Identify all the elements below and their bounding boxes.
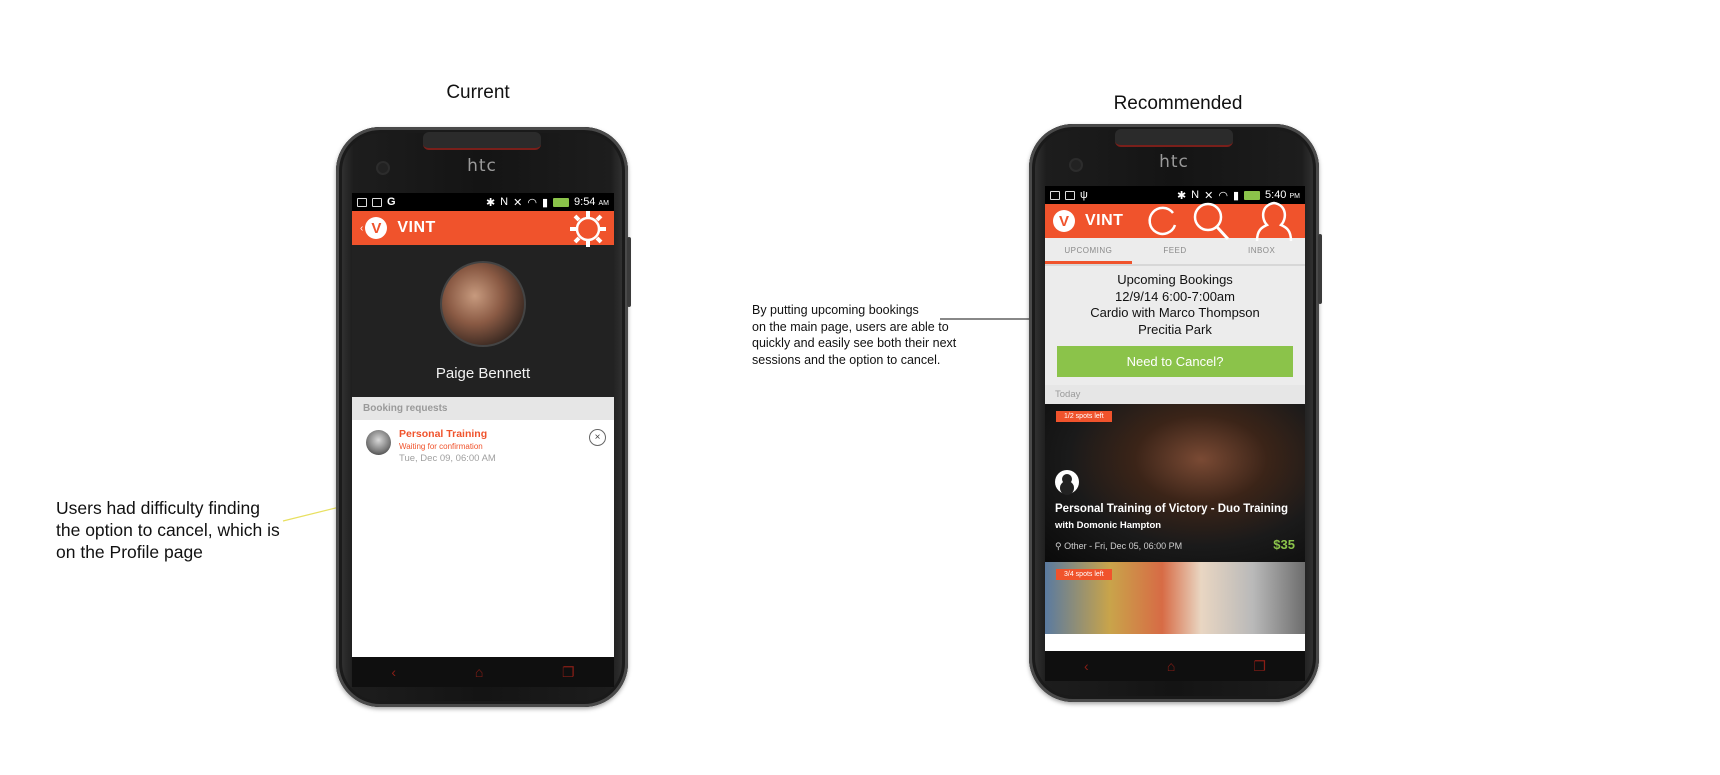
app-bar: ‹ V VINT	[352, 211, 614, 247]
session-meta-text: Other - Fri, Dec 05, 06:00 PM	[1064, 541, 1183, 551]
session-trainer: with Domonic Hampton	[1055, 520, 1162, 531]
battery-icon	[553, 197, 570, 207]
profile-name: Paige Bennett	[435, 364, 531, 382]
nav-bar: ‹ ⌂ ❐	[1045, 651, 1305, 681]
upcoming-session: Cardio with Marco Thompson	[1090, 305, 1260, 320]
cancel-request-button[interactable]: ×	[589, 429, 606, 446]
annotation-arrows	[282, 314, 1074, 522]
home-nav-icon[interactable]: ⌂	[475, 664, 483, 680]
upcoming-location: Precitia Park	[1138, 321, 1212, 337]
request-date: Tue, Dec 09, 06:00 AM	[399, 453, 496, 464]
profile-header: Paige Bennett	[352, 245, 614, 397]
caption-recommended: Recommended	[1113, 93, 1243, 114]
app-bar: V VINT	[1045, 201, 1305, 242]
annotation-line: on the main page, users are able to	[752, 319, 949, 334]
request-status: Waiting for confirmation	[399, 442, 483, 451]
annotation-line: on the Profile page	[56, 542, 203, 562]
session-card[interactable]: 3/4 spots left	[1045, 562, 1305, 634]
tab-upcoming[interactable]: UPCOMING	[1045, 238, 1132, 264]
trainer-avatar	[1055, 470, 1079, 494]
home-nav-icon[interactable]: ⌂	[1167, 658, 1175, 674]
category-icon: ⚲	[1055, 541, 1062, 551]
nfc-icon: N	[500, 196, 509, 208]
phone-recommended: htc ψ ✱ N ✕ ◠ ▮ 5:40 PM V VINT UPCOMING …	[1029, 124, 1322, 702]
annotation-recommended: By putting upcoming bookings on the main…	[752, 302, 992, 368]
screen-current: G ✱ N ✕ ◠ ▮ 9:54 AM ‹ V VINT Paige Benne…	[352, 193, 614, 657]
need-to-cancel-button[interactable]: Need to Cancel?	[1057, 346, 1293, 377]
vint-logo[interactable]: V	[365, 217, 388, 239]
annotation-line: sessions and the option to cancel.	[752, 352, 941, 367]
back-icon[interactable]: ‹	[360, 223, 363, 234]
notification-icon	[1050, 190, 1060, 200]
booking-requests-heading: Booking requests	[352, 397, 614, 420]
recent-apps-icon[interactable]: ❐	[1253, 658, 1266, 675]
booking-request-row[interactable]: Personal Training Waiting for confirmati…	[352, 420, 614, 472]
bluetooth-icon: ✱	[1176, 189, 1187, 202]
signal-icon: ▮	[541, 196, 549, 209]
session-meta: ⚲ Other - Fri, Dec 05, 06:00 PM	[1055, 541, 1182, 552]
side-button	[1318, 234, 1322, 304]
spots-left-badge: 1/2 spots left	[1056, 411, 1112, 422]
phone-brand: htc	[467, 156, 497, 176]
refresh-icon[interactable]	[1143, 201, 1183, 241]
avatar	[440, 260, 526, 347]
booking-request-info: Personal Training Waiting for confirmati…	[399, 428, 496, 464]
notification-icon	[357, 197, 367, 207]
vint-logo[interactable]: V	[1053, 210, 1075, 232]
upcoming-datetime: 12/9/14 6:00-7:00am	[1115, 288, 1235, 304]
profile-icon[interactable]	[1249, 199, 1299, 243]
google-icon: G	[387, 196, 396, 208]
phone-current: htc G ✱ N ✕ ◠ ▮ 9:54 AM ‹ V VINT Paige B…	[336, 127, 631, 707]
phone-brand: htc	[1159, 152, 1189, 172]
annotation-line: Users had difficulty finding	[56, 498, 260, 518]
back-nav-icon[interactable]: ‹	[391, 664, 396, 680]
session-price: $35	[1273, 537, 1295, 552]
wifi-icon: ◠	[527, 196, 537, 209]
phone-speaker	[1115, 129, 1233, 147]
search-icon[interactable]	[1190, 199, 1234, 243]
request-title: Personal Training	[399, 428, 488, 440]
annotation-line: the option to cancel, which is	[56, 520, 280, 540]
app-title: VINT	[397, 219, 436, 236]
nav-bar: ‹ ⌂ ❐	[352, 657, 614, 687]
app-title: VINT	[1085, 212, 1124, 229]
phone-speaker	[423, 132, 541, 150]
mute-icon: ✕	[513, 196, 523, 209]
trainer-avatar	[366, 430, 391, 455]
session-title: Personal Training of Victory - Duo Train…	[1055, 503, 1289, 515]
annotation-current: Users had difficulty finding the option …	[56, 497, 316, 563]
annotation-line: quickly and easily see both their next	[752, 336, 957, 350]
mail-icon	[1065, 190, 1075, 200]
recent-apps-icon[interactable]: ❐	[562, 664, 575, 681]
screen-recommended: ψ ✱ N ✕ ◠ ▮ 5:40 PM V VINT UPCOMING FEED…	[1045, 186, 1305, 651]
upcoming-bookings-panel: Upcoming Bookings 12/9/14 6:00-7:00am Ca…	[1045, 266, 1305, 385]
usb-icon: ψ	[1080, 189, 1088, 201]
side-button	[627, 237, 631, 307]
upcoming-title: Upcoming Bookings	[1117, 272, 1233, 287]
caption-current: Current	[446, 82, 510, 103]
gear-icon[interactable]	[566, 207, 610, 251]
back-nav-icon[interactable]: ‹	[1084, 658, 1089, 674]
mail-icon	[372, 197, 382, 207]
annotation-line: By putting upcoming bookings	[752, 303, 919, 317]
session-card[interactable]: 1/2 spots left Personal Training of Vict…	[1045, 404, 1305, 562]
today-heading: Today	[1045, 385, 1305, 404]
bluetooth-icon: ✱	[485, 196, 496, 209]
spots-left-badge: 3/4 spots left	[1056, 569, 1112, 580]
